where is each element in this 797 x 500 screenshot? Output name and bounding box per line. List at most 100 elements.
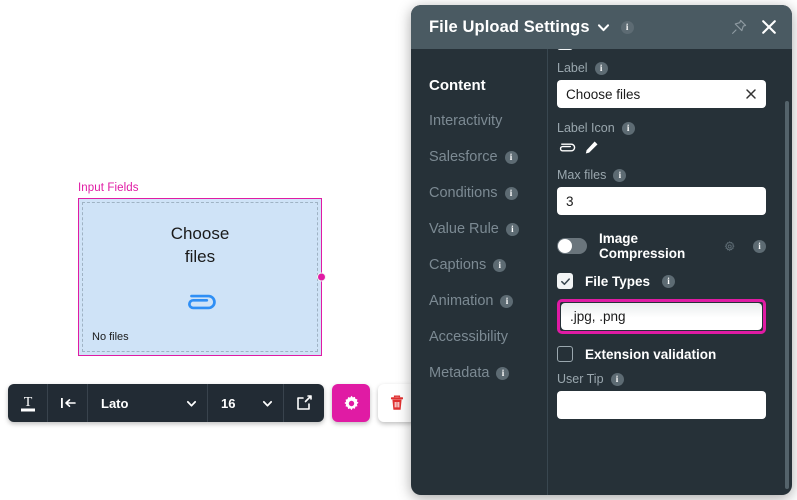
label-icon-row: [557, 140, 766, 155]
panel-body: Content Interactivity Salesforce i Condi…: [411, 49, 792, 495]
file-types-value: .jpg, .png: [570, 309, 626, 324]
file-types-row[interactable]: File Types i: [557, 273, 766, 289]
chevron-down-icon: [262, 400, 273, 407]
close-icon[interactable]: [760, 18, 778, 36]
settings-panel: File Upload Settings i Content Interacti…: [411, 5, 792, 495]
info-icon[interactable]: i: [496, 366, 510, 380]
resize-handle-east[interactable]: [316, 272, 326, 282]
nav-label: Accessibility: [429, 329, 508, 345]
nav-label: Interactivity: [429, 113, 503, 129]
nav-item-content[interactable]: Content: [429, 67, 547, 103]
label-icon-label: Label Icon i: [557, 121, 766, 135]
widget-inner: Choose files No files: [82, 202, 318, 352]
file-types-input-highlight: .jpg, .png: [557, 299, 766, 334]
label-text: Max files: [557, 168, 607, 182]
nav-item-accessibility[interactable]: Accessibility: [429, 319, 547, 355]
info-icon[interactable]: i: [621, 121, 635, 135]
info-icon[interactable]: i: [613, 168, 627, 182]
label-field-group: Label i Choose files: [557, 61, 766, 108]
widget-icon-wrap: [83, 289, 317, 320]
label-icon-group: Label Icon i: [557, 121, 766, 155]
image-compression-row[interactable]: Image Compression i: [557, 231, 766, 261]
paperclip-icon: [188, 294, 216, 310]
widget-title-line2: files: [184, 246, 216, 266]
extension-validation-checkbox[interactable]: [557, 346, 573, 362]
toggle-knob: [558, 239, 572, 253]
nav-label: Conditions: [429, 185, 498, 201]
info-icon[interactable]: i: [500, 294, 514, 308]
text-format-icon: T: [20, 395, 35, 412]
file-types-checkbox[interactable]: [557, 273, 573, 289]
info-icon[interactable]: i: [610, 372, 624, 386]
label-text: User Tip: [557, 372, 604, 386]
info-icon[interactable]: i: [493, 258, 507, 272]
label-input-value: Choose files: [566, 86, 641, 102]
pin-icon[interactable]: [731, 19, 747, 35]
nav-item-metadata[interactable]: Metadata i: [429, 355, 547, 391]
file-types-input[interactable]: .jpg, .png: [561, 303, 762, 330]
widget-title: Choose files: [83, 223, 317, 269]
chevron-down-icon[interactable]: [597, 21, 610, 34]
show-label-row[interactable]: Show Label i: [557, 49, 766, 53]
info-icon[interactable]: i: [504, 186, 518, 200]
max-files-value: 3: [566, 193, 574, 209]
nav-label: Salesforce: [429, 149, 498, 165]
label-field-label: Label i: [557, 61, 766, 75]
font-size-value: 16: [221, 395, 236, 411]
close-icon[interactable]: [745, 88, 757, 100]
file-upload-widget[interactable]: Choose files No files: [78, 198, 326, 356]
trash-icon: [391, 395, 403, 410]
user-tip-input[interactable]: [557, 391, 766, 419]
gear-icon[interactable]: [724, 240, 735, 253]
info-icon[interactable]: i: [662, 274, 676, 288]
file-types-label: File Types: [585, 273, 651, 289]
image-compression-toggle[interactable]: [557, 238, 587, 254]
info-icon[interactable]: i: [620, 20, 634, 34]
open-external-button[interactable]: [284, 384, 324, 422]
widget-status-text: No files: [92, 331, 129, 343]
label-input[interactable]: Choose files: [557, 80, 766, 108]
panel-nav: Content Interactivity Salesforce i Condi…: [411, 49, 548, 495]
panel-title: File Upload Settings: [429, 17, 590, 36]
info-icon[interactable]: i: [505, 222, 519, 236]
font-family-value: Lato: [101, 395, 129, 411]
font-family-select[interactable]: Lato: [88, 384, 208, 422]
panel-form: Show Label i Label i Choose files: [548, 49, 792, 495]
font-size-select[interactable]: 16: [208, 384, 284, 422]
chevron-down-icon: [186, 400, 197, 407]
nav-item-interactivity[interactable]: Interactivity: [429, 103, 547, 139]
max-files-group: Max files i 3: [557, 168, 766, 215]
extension-validation-row[interactable]: Extension validation: [557, 346, 766, 362]
settings-button[interactable]: [332, 384, 370, 422]
show-label-checkbox[interactable]: [557, 49, 573, 50]
nav-label: Metadata: [429, 365, 490, 381]
align-button[interactable]: [48, 384, 88, 422]
gear-icon: [343, 395, 359, 410]
nav-item-value-rule[interactable]: Value Rule i: [429, 211, 547, 247]
nav-label: Animation: [429, 293, 494, 309]
form-scroll-content: Show Label i Label i Choose files: [557, 49, 766, 419]
toolbar-group: T Lato 16: [8, 384, 324, 422]
nav-item-conditions[interactable]: Conditions i: [429, 175, 547, 211]
element-toolbar: T Lato 16: [8, 384, 416, 422]
nav-item-salesforce[interactable]: Salesforce i: [429, 139, 547, 175]
info-icon[interactable]: i: [504, 150, 518, 164]
info-icon[interactable]: i: [594, 61, 608, 75]
extension-validation-label: Extension validation: [585, 346, 717, 362]
max-files-input[interactable]: 3: [557, 187, 766, 215]
panel-header[interactable]: File Upload Settings i: [411, 5, 792, 49]
check-icon: [560, 277, 570, 285]
text-format-button[interactable]: T: [8, 384, 48, 422]
nav-item-animation[interactable]: Animation i: [429, 283, 547, 319]
label-text: Label Icon: [557, 121, 615, 135]
nav-label: Captions: [429, 257, 487, 273]
nav-item-captions[interactable]: Captions i: [429, 247, 547, 283]
panel-header-actions: [731, 18, 778, 36]
info-icon[interactable]: i: [753, 239, 766, 253]
user-tip-group: User Tip i: [557, 372, 766, 419]
group-label: Input Fields: [78, 182, 139, 194]
paperclip-icon[interactable]: [557, 140, 576, 155]
panel-scrollbar[interactable]: [785, 101, 789, 489]
label-text: Label: [557, 61, 588, 75]
pencil-icon[interactable]: [584, 140, 599, 155]
